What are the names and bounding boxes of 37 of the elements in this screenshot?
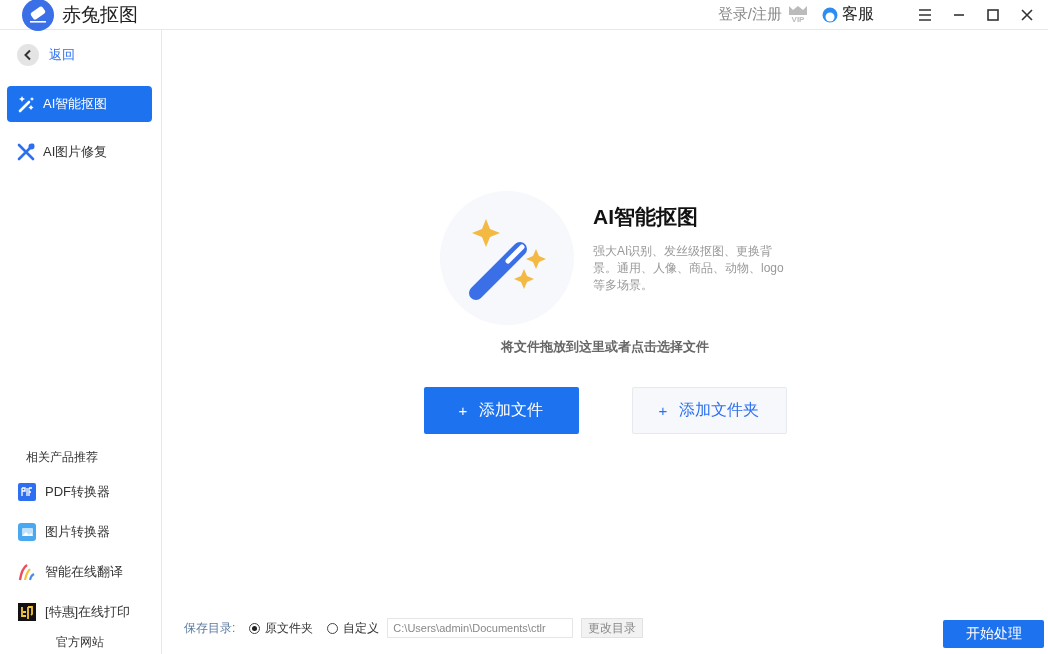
sidebar-item[interactable]: AI图片修复 [7, 134, 152, 170]
crown-icon [788, 5, 808, 15]
vip-label: VIP [791, 15, 805, 24]
radio-option[interactable]: 自定义 [327, 619, 380, 637]
magic-wand-illustration-icon [440, 191, 574, 325]
add-file-button[interactable]: + 添加文件 [423, 387, 579, 434]
tools-icon [16, 142, 36, 162]
sidebar-item[interactable]: AI智能抠图 [7, 86, 152, 122]
path-field[interactable]: C:\Users\admin\Documents\ctlr [387, 618, 574, 638]
menu-icon[interactable] [918, 7, 932, 22]
stamp-icon [18, 603, 36, 621]
drop-hint: 将文件拖放到这里或者点击选择文件 [501, 338, 709, 356]
maximize-icon[interactable] [986, 7, 1000, 22]
pdf-icon [18, 483, 36, 501]
magic-wand-icon [16, 94, 36, 114]
product-link[interactable]: [特惠]在线打印 [7, 592, 152, 632]
radio-label: 原文件夹 [265, 619, 314, 637]
service-avatar-icon [822, 6, 838, 23]
related-products-heading: 相关产品推荐 [25, 449, 99, 466]
close-icon[interactable] [1020, 7, 1034, 22]
product-link[interactable]: 图片转换器 [7, 512, 152, 552]
customer-service-button[interactable]: 客服 [822, 4, 874, 25]
product-link[interactable]: PDF转换器 [7, 472, 152, 512]
radio-option[interactable]: 原文件夹 [249, 619, 314, 637]
feature-description: 强大AI识别、发丝级抠图、更换背景。通用、人像、商品、动物、logo等多场景。 [593, 242, 785, 294]
save-directory-label: 保存目录: [184, 619, 236, 637]
official-site-link[interactable]: 官方网站 [55, 632, 104, 652]
product-link[interactable]: 智能在线翻译 [7, 552, 152, 592]
app-title: 赤兔抠图 [62, 2, 138, 27]
login-link[interactable]: 登录/注册 [717, 5, 782, 24]
radio-label: 自定义 [343, 619, 380, 637]
image-icon [18, 523, 36, 541]
feature-title: AI智能抠图 [593, 203, 699, 230]
back-link[interactable]: 返回 [49, 46, 75, 64]
start-processing-button[interactable]: 开始处理 [943, 620, 1044, 648]
add-folder-button[interactable]: + 添加文件夹 [631, 387, 787, 434]
rainbow-stripes-icon [18, 563, 36, 581]
